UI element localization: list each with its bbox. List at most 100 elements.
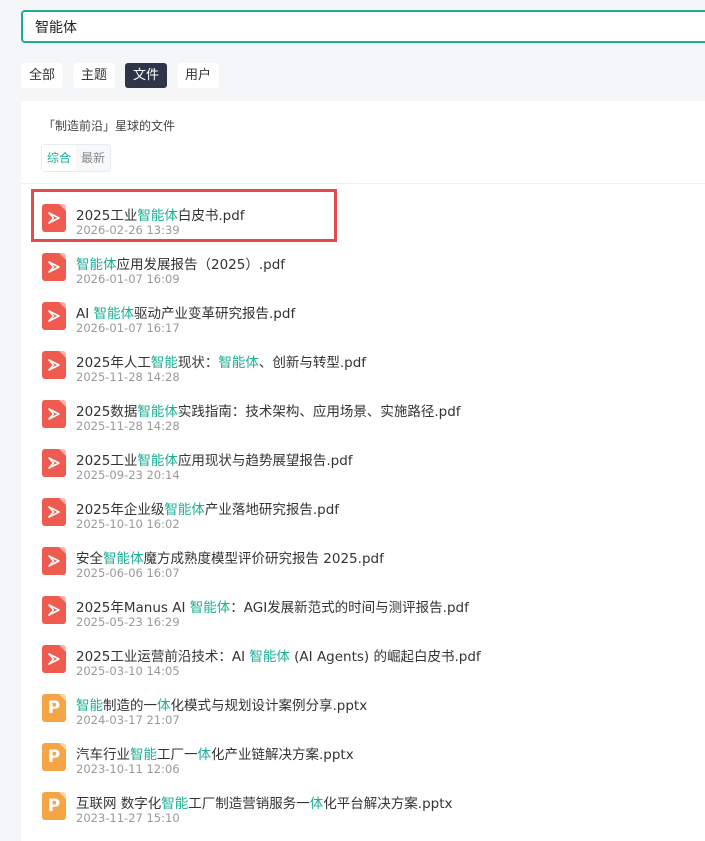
file-name: 2025数据智能体实践指南：技术架构、应用场景、实施路径.pdf	[76, 400, 461, 420]
keyword-highlight: 智能体	[189, 600, 231, 616]
tab-1[interactable]: 主题	[73, 63, 116, 88]
keyword-highlight: 智能体	[218, 355, 259, 371]
pdf-file-icon	[42, 351, 66, 379]
file-item[interactable]: 2025工业运营前沿技术：AI 智能体 (AI Agents) 的崛起白皮书.p…	[21, 632, 705, 681]
file-name-text: 工厂制造营销服务一	[188, 796, 310, 812]
file-item[interactable]: 2025年人工智能现状：智能体、创新与转型.pdf 2025-11-28 14:2…	[21, 338, 705, 387]
pdf-file-icon	[42, 596, 66, 624]
keyword-highlight: 智能	[76, 698, 103, 714]
pptx-file-icon: P	[42, 792, 66, 820]
file-name-text: 驱动产业变革研究报告.pdf	[134, 306, 296, 322]
tab-2[interactable]: 文件	[125, 63, 168, 88]
file-name-text: 、创新与转型.pdf	[258, 355, 367, 371]
pdf-file-icon	[42, 253, 66, 281]
file-name: 汽车行业智能工厂一体化产业链解决方案.pptx	[76, 743, 354, 763]
file-date: 2023-10-11 12:06	[76, 762, 180, 776]
file-name: 2025年企业级智能体产业落地研究报告.pdf	[76, 498, 339, 518]
file-name-text: 2025工业	[76, 453, 138, 469]
file-name-text: 2025工业	[76, 208, 138, 224]
file-date: 2025-11-28 14:28	[76, 370, 180, 384]
file-name-text: 汽车行业	[76, 747, 130, 763]
file-name-text: 工厂一	[157, 747, 198, 763]
file-name: 2025工业运营前沿技术：AI 智能体 (AI Agents) 的崛起白皮书.p…	[76, 645, 481, 665]
file-date: 2023-11-27 15:10	[76, 811, 180, 825]
file-list: 2025工业智能体白皮书.pdf 2026-02-26 13:39 智能体应用发展报…	[21, 189, 705, 828]
file-name: AI 智能体驱动产业变革研究报告.pdf	[76, 302, 295, 322]
file-name-text: AI	[76, 306, 94, 322]
keyword-highlight: 智能体	[93, 306, 135, 322]
file-name: 安全智能体魔方成熟度模型评价研究报告 2025.pdf	[76, 547, 384, 567]
pdf-file-icon	[42, 547, 66, 575]
file-date: 2026-02-26 13:39	[76, 223, 180, 237]
file-item[interactable]: AI 智能体驱动产业变革研究报告.pdf 2026-01-07 16:17	[21, 289, 705, 338]
search-input[interactable]	[35, 18, 675, 36]
file-name-text: 化模式与规划设计案例分享.pptx	[170, 698, 368, 714]
file-name-text: 2025数据	[76, 404, 138, 420]
keyword-highlight: 智能	[161, 796, 189, 812]
file-name-text: 化平台解决方案.pptx	[323, 796, 453, 812]
keyword-highlight: 智能体	[103, 551, 144, 567]
pdf-file-icon	[42, 449, 66, 477]
file-date: 2025-10-10 16:02	[76, 517, 180, 531]
file-name: 智能体应用发展报告（2025）.pdf	[76, 253, 285, 273]
pdf-file-icon	[42, 302, 66, 330]
file-name: 互联网 数字化智能工厂制造营销服务一体化平台解决方案.pptx	[76, 792, 453, 812]
keyword-highlight: 智能体	[249, 649, 290, 665]
file-item[interactable]: 2025年Manus AI 智能体：AGI发展新范式的时间与测评报告.pdf 20…	[21, 583, 705, 632]
file-name: 2025年人工智能现状：智能体、创新与转型.pdf	[76, 351, 366, 371]
keyword-highlight: 智能体	[137, 453, 178, 469]
search-box[interactable]	[21, 10, 705, 43]
keyword-highlight: 智能体	[76, 257, 117, 273]
file-name-text: 现状：	[177, 355, 219, 371]
file-item[interactable]: P 互联网 数字化智能工厂制造营销服务一体化平台解决方案.pptx 2023-11-…	[21, 779, 705, 828]
file-date: 2025-11-28 14:28	[76, 419, 180, 433]
file-name-text: 制造的一	[103, 698, 157, 714]
sort-toggle: 综合 最新	[41, 144, 112, 172]
file-name-text: 安全	[76, 551, 103, 567]
tab-3[interactable]: 用户	[177, 63, 220, 88]
keyword-highlight: 智能体	[137, 208, 178, 224]
file-name-text: 白皮书.pdf	[177, 208, 245, 224]
pdf-file-icon	[42, 645, 66, 673]
file-name: 2025年Manus AI 智能体：AGI发展新范式的时间与测评报告.pdf	[76, 596, 469, 616]
file-item[interactable]: 智能体应用发展报告（2025）.pdf 2026-01-07 16:09	[21, 240, 705, 289]
file-item[interactable]: 2025数据智能体实践指南：技术架构、应用场景、实施路径.pdf 2025-11-…	[21, 387, 705, 436]
file-name-text: 2025工业运营前沿技术：AI	[76, 649, 250, 665]
file-name-text: (AI Agents) 的崛起白皮书.pdf	[289, 649, 481, 665]
pptx-file-icon: P	[42, 694, 66, 722]
keyword-highlight: 智能	[150, 355, 178, 371]
file-item[interactable]: P 智能制造的一体化模式与规划设计案例分享.pptx 2024-03-17 21:0…	[21, 681, 705, 730]
panel-header: 「制造前沿」星球的文件 综合 最新	[21, 101, 705, 184]
result-type-tabs: 全部 主题 文件 用户	[21, 63, 220, 88]
keyword-highlight: 智能体	[137, 404, 178, 420]
pptx-file-icon: P	[42, 743, 66, 771]
panel-title: 「制造前沿」星球的文件	[43, 119, 176, 133]
file-name-text: ：AGI发展新范式的时间与测评报告.pdf	[230, 600, 469, 616]
file-name-text: 化产业链解决方案.pptx	[211, 747, 354, 763]
keyword-highlight: 体	[309, 796, 324, 812]
sort-button-1[interactable]: 最新	[76, 145, 110, 171]
file-name: 智能制造的一体化模式与规划设计案例分享.pptx	[76, 694, 367, 714]
file-name-text: 实践指南：技术架构、应用场景、实施路径.pdf	[177, 404, 461, 420]
file-date: 2024-03-17 21:07	[76, 713, 180, 727]
file-name-text: 应用现状与趋势展望报告.pdf	[177, 453, 353, 469]
file-name: 2025工业智能体应用现状与趋势展望报告.pdf	[76, 449, 353, 469]
file-name-text: 产业落地研究报告.pdf	[204, 502, 340, 518]
file-name-text: 2025年企业级	[76, 502, 165, 518]
keyword-highlight: 智能	[130, 747, 157, 763]
file-date: 2025-06-06 16:07	[76, 566, 180, 580]
file-name-text: 魔方成熟度模型评价研究报告 2025.pdf	[143, 551, 384, 567]
file-item[interactable]: P 汽车行业智能工厂一体化产业链解决方案.pptx 2023-10-11 12:06	[21, 730, 705, 779]
pdf-file-icon	[42, 400, 66, 428]
file-item[interactable]: 安全智能体魔方成熟度模型评价研究报告 2025.pdf 2025-06-06 16…	[21, 534, 705, 583]
tab-0[interactable]: 全部	[21, 63, 64, 88]
file-name: 2025工业智能体白皮书.pdf	[76, 204, 245, 224]
file-date: 2026-01-07 16:17	[76, 321, 180, 335]
keyword-highlight: 体	[157, 698, 171, 714]
sort-button-0[interactable]: 综合	[42, 145, 77, 171]
file-item[interactable]: 2025工业智能体应用现状与趋势展望报告.pdf 2025-09-23 20:14	[21, 436, 705, 485]
file-item[interactable]: 2025年企业级智能体产业落地研究报告.pdf 2025-10-10 16:02	[21, 485, 705, 534]
file-item[interactable]: 2025工业智能体白皮书.pdf 2026-02-26 13:39	[21, 189, 705, 242]
file-date: 2025-09-23 20:14	[76, 468, 180, 482]
file-name-text: 2025年Manus AI	[76, 600, 190, 616]
